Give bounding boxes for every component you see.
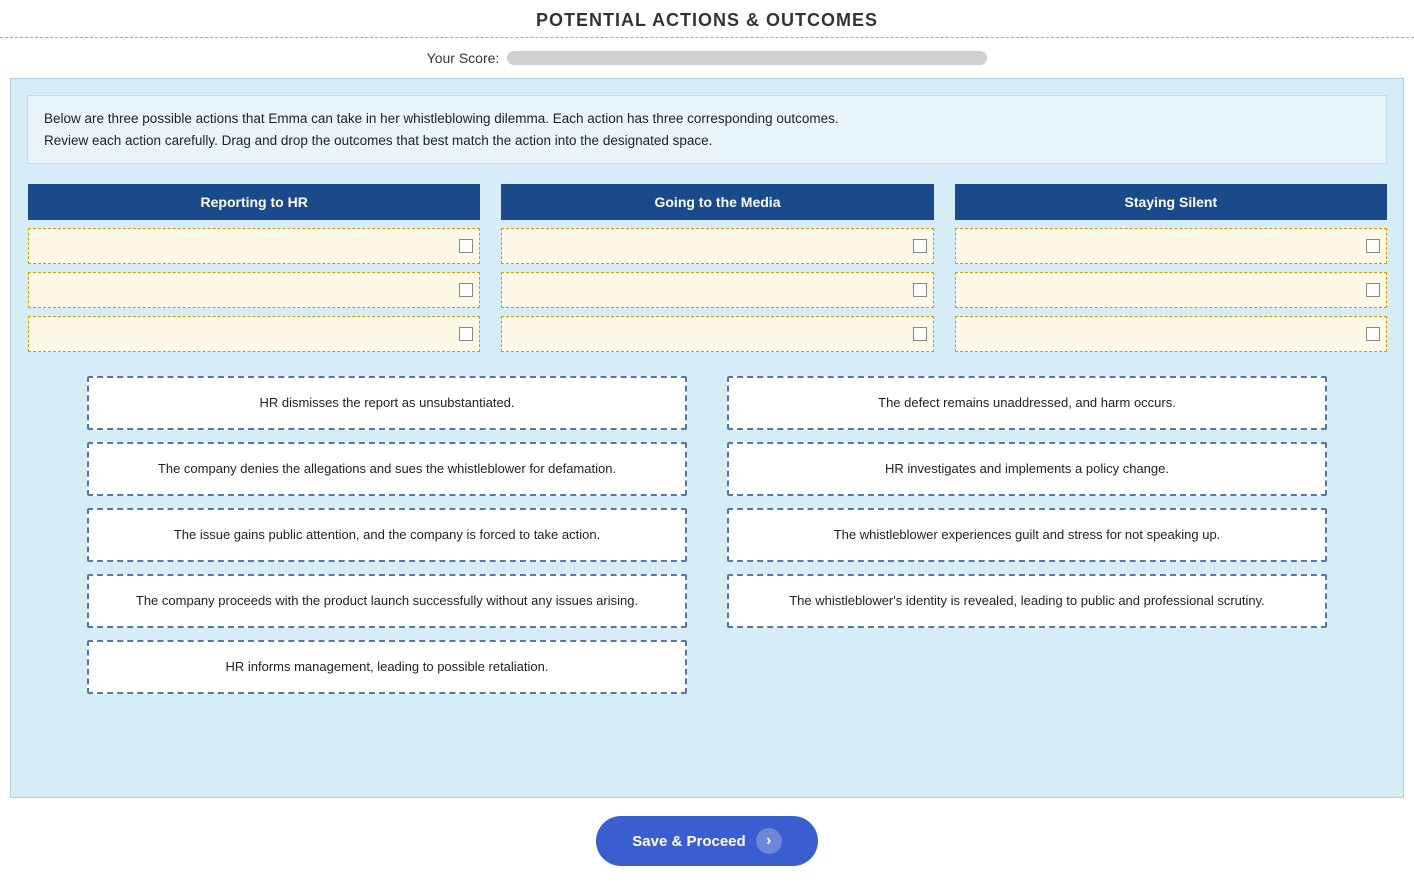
- drop-slot-silent-2[interactable]: [955, 272, 1387, 308]
- checkbox-hr-2[interactable]: [459, 283, 473, 297]
- main-panel: Below are three possible actions that Em…: [10, 78, 1404, 798]
- score-track: [507, 51, 987, 65]
- checkbox-media-1[interactable]: [913, 239, 927, 253]
- page-title: POTENTIAL ACTIONS & OUTCOMES: [0, 0, 1414, 38]
- draggable-card-1[interactable]: HR dismisses the report as unsubstantiat…: [87, 376, 687, 430]
- drop-slot-hr-1[interactable]: [28, 228, 480, 264]
- instructions: Below are three possible actions that Em…: [27, 95, 1387, 164]
- score-label: Your Score:: [427, 50, 500, 66]
- drop-slot-silent-3[interactable]: [955, 316, 1387, 352]
- score-bar: Your Score:: [0, 38, 1414, 78]
- instructions-line2: Review each action carefully. Drag and d…: [44, 130, 1370, 152]
- drop-slot-silent-1[interactable]: [955, 228, 1387, 264]
- draggable-items-section: HR dismisses the report as unsubstantiat…: [27, 376, 1387, 694]
- instructions-line1: Below are three possible actions that Em…: [44, 108, 1370, 130]
- column-staying-silent: Staying Silent: [954, 184, 1387, 352]
- drop-slot-media-1[interactable]: [501, 228, 933, 264]
- drop-slot-media-2[interactable]: [501, 272, 933, 308]
- checkbox-hr-3[interactable]: [459, 327, 473, 341]
- draggable-card-5[interactable]: The issue gains public attention, and th…: [87, 508, 687, 562]
- action-header-reporting-hr: Reporting to HR: [28, 184, 480, 220]
- slots-reporting-hr: [28, 224, 480, 352]
- slots-going-media: [501, 224, 933, 352]
- checkbox-silent-3[interactable]: [1366, 327, 1380, 341]
- save-proceed-button[interactable]: Save & Proceed ›: [596, 816, 817, 866]
- draggable-card-3[interactable]: The company denies the allegations and s…: [87, 442, 687, 496]
- checkbox-silent-2[interactable]: [1366, 283, 1380, 297]
- draggable-card-2[interactable]: The defect remains unaddressed, and harm…: [727, 376, 1327, 430]
- chevron-right-icon: ›: [756, 828, 782, 854]
- draggable-card-4[interactable]: HR investigates and implements a policy …: [727, 442, 1327, 496]
- actions-grid: Reporting to HR Going to the Media: [27, 184, 1387, 352]
- checkbox-silent-1[interactable]: [1366, 239, 1380, 253]
- checkbox-media-2[interactable]: [913, 283, 927, 297]
- draggable-card-8[interactable]: The whistleblower's identity is revealed…: [727, 574, 1327, 628]
- slots-staying-silent: [955, 224, 1387, 352]
- column-reporting-hr: Reporting to HR: [27, 184, 480, 352]
- drop-slot-media-3[interactable]: [501, 316, 933, 352]
- save-proceed-label: Save & Proceed: [632, 833, 745, 850]
- column-going-media: Going to the Media: [500, 184, 933, 352]
- draggable-card-7[interactable]: The company proceeds with the product la…: [87, 574, 687, 628]
- action-header-going-media: Going to the Media: [501, 184, 933, 220]
- drop-slot-hr-3[interactable]: [28, 316, 480, 352]
- draggable-card-9[interactable]: HR informs management, leading to possib…: [87, 640, 687, 694]
- checkbox-media-3[interactable]: [913, 327, 927, 341]
- drop-slot-hr-2[interactable]: [28, 272, 480, 308]
- save-proceed-bar: Save & Proceed ›: [0, 798, 1414, 876]
- action-header-staying-silent: Staying Silent: [955, 184, 1387, 220]
- checkbox-hr-1[interactable]: [459, 239, 473, 253]
- draggable-card-6[interactable]: The whistleblower experiences guilt and …: [727, 508, 1327, 562]
